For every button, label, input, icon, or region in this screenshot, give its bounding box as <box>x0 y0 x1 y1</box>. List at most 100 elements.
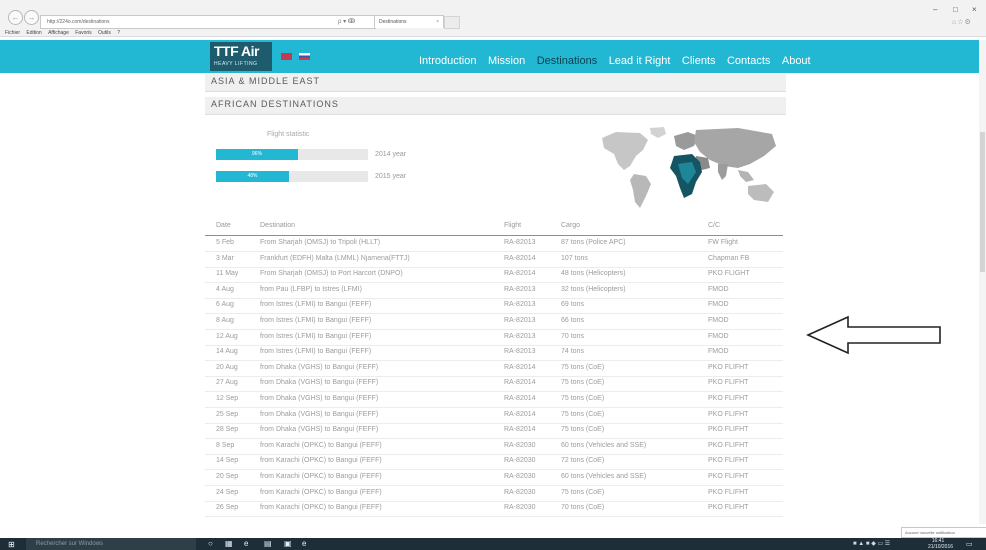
progress-fill-2015: 48% <box>216 171 289 182</box>
section-african-destinations[interactable]: AFRICAN DESTINATIONS <box>205 97 786 115</box>
cell-flight: RA-82014 <box>504 363 536 371</box>
nav-contacts[interactable]: Contacts <box>727 54 770 68</box>
cell-cargo: 75 tons (CoE) <box>561 410 605 418</box>
menu-help[interactable]: ? <box>117 30 120 36</box>
uk-flag-icon[interactable] <box>281 53 292 60</box>
close-window-icon[interactable]: × <box>972 5 977 14</box>
browser-toolbar-icons[interactable]: ⌂☆⚙ <box>952 18 972 26</box>
address-bar[interactable]: http://224o.com/destinations ρ ▾ ↂ <box>40 15 376 29</box>
table-row: 5 Feb From Sharjah (OMSJ) to Tripoli (HLL… <box>205 236 783 252</box>
cell-date: 12 Aug <box>216 332 238 340</box>
ru-flag-icon[interactable] <box>299 53 311 60</box>
world-map-image <box>602 127 776 208</box>
cell-flight: RA-82013 <box>504 301 536 309</box>
nav-clients[interactable]: Clients <box>682 54 716 68</box>
language-flags <box>281 53 313 71</box>
cell-flight: RA-82013 <box>504 239 536 246</box>
taskbar-search[interactable]: Rechercher sur Windows <box>26 538 196 550</box>
table-row: 8 Aug from Istres (LFMI) to Bangui (FEFF)… <box>205 314 783 330</box>
cell-cc: PKO FLIFHT <box>708 488 749 496</box>
flight-statistic-title: Flight statistic <box>267 131 310 138</box>
tab-close-icon[interactable]: × <box>436 16 439 28</box>
logo-subtitle: HEAVY LIFTING <box>214 61 258 67</box>
col-header-date: Date <box>216 222 231 229</box>
table-row: 6 Aug from Istres (LFMI) to Bangui (FEFF)… <box>205 298 783 315</box>
maximize-icon[interactable]: □ <box>953 5 958 14</box>
cell-destination: from Karachi (OPKC) to Bangui (FEFF) <box>260 488 382 496</box>
action-center-icon[interactable]: ▭ <box>966 540 973 548</box>
browser-tab[interactable]: Destinations × <box>374 15 444 28</box>
edge-icon[interactable]: e <box>244 539 248 549</box>
site-logo[interactable]: TTF Air HEAVY LIFTING <box>210 42 272 71</box>
system-tray-icons[interactable]: ■ ▲ ■ ◆ ▭ ☰ <box>853 538 890 550</box>
menu-outils[interactable]: Outils <box>98 30 111 36</box>
app-icon[interactable]: ▣ <box>284 539 292 549</box>
windows-start-icon[interactable]: ⊞ <box>8 540 15 549</box>
ie-icon[interactable]: e <box>302 539 306 549</box>
menu-favoris[interactable]: Favoris <box>75 30 91 36</box>
logo-title: TTF Air <box>214 43 259 59</box>
cell-date: 11 May <box>216 270 239 278</box>
browser-menubar: Fichier Edition Affichage Favoris Outils… <box>0 29 200 37</box>
nav-mission[interactable]: Mission <box>488 54 525 68</box>
taskbar-clock[interactable]: 16:41 21/10/2016 <box>928 538 953 550</box>
table-row: 11 May From Sharjah (OMSJ) to Port Harcor… <box>205 267 783 284</box>
table-row: 4 Aug from Pau (LFBP) to Istres (LFMI) RA-… <box>205 283 783 299</box>
cell-cc: PKO FLIFHT <box>708 504 749 512</box>
cell-cargo: 75 tons (CoE) <box>561 395 605 402</box>
cell-date: 26 Sep <box>216 504 239 512</box>
cell-date: 14 Aug <box>216 348 238 356</box>
cell-cargo: 72 tons (CoE) <box>561 457 605 465</box>
cell-cc: PKO FLIFHT <box>708 410 749 418</box>
cell-flight: RA-82014 <box>504 395 536 402</box>
main-menu: Introduction Mission Destinations Lead i… <box>419 51 818 68</box>
cell-cargo: 75 tons (CoE) <box>561 363 605 371</box>
menu-affichage[interactable]: Affichage <box>48 30 69 36</box>
cell-date: 12 Sep <box>216 395 239 402</box>
table-row: 8 Sep from Karachi (OPKC) to Bangui (FEFF… <box>205 439 783 455</box>
cell-cc: PKO FLIFHT <box>708 441 749 449</box>
page-scrollbar[interactable] <box>979 40 986 524</box>
forward-button[interactable]: → <box>24 10 39 25</box>
menu-edition[interactable]: Edition <box>26 30 41 36</box>
cell-cargo: 75 tons (CoE) <box>561 379 605 387</box>
cell-cargo: 87 tons (Police APC) <box>561 239 626 246</box>
table-row: 27 Aug from Dhaka (VGHS) to Bangui (FEFF)… <box>205 376 783 393</box>
cell-destination: from Istres (LFMI) to Bangui (FEFF) <box>260 332 372 340</box>
cell-date: 27 Aug <box>216 379 238 387</box>
cell-destination: from Dhaka (VGHS) to Bangui (FEFF) <box>260 426 379 434</box>
nav-about[interactable]: About <box>782 54 811 68</box>
cell-date: 20 Aug <box>216 363 238 371</box>
task-view-icon[interactable]: ○ <box>208 539 213 549</box>
cell-date: 6 Aug <box>216 301 234 309</box>
cell-destination: from Dhaka (VGHS) to Bangui (FEFF) <box>260 410 379 418</box>
cell-flight: RA-82014 <box>504 270 536 278</box>
back-button[interactable]: ← <box>8 10 23 25</box>
cell-destination: from Istres (LFMI) to Bangui (FEFF) <box>260 348 372 356</box>
address-controls-icon[interactable]: ρ ▾ ↂ <box>338 16 355 28</box>
nav-introduction[interactable]: Introduction <box>419 54 476 68</box>
cell-destination: Frankfurt (EDFH) Malta (LMML) Njamena(FT… <box>260 254 410 262</box>
cell-cargo: 70 tons (CoE) <box>561 504 605 512</box>
cell-flight: RA-82013 <box>504 285 536 293</box>
cell-flight: RA-82030 <box>504 504 536 512</box>
cell-cc: PKO FLIFHT <box>708 379 749 387</box>
nav-lead-it-right[interactable]: Lead it Right <box>609 54 671 68</box>
cell-date: 14 Sep <box>216 457 239 465</box>
file-explorer-icon[interactable]: ▤ <box>264 539 272 549</box>
notification-toast[interactable]: Aucune nouvelle notification <box>901 527 986 538</box>
store-icon[interactable]: ▦ <box>225 539 233 549</box>
nav-destinations[interactable]: Destinations <box>537 54 598 68</box>
menu-fichier[interactable]: Fichier <box>5 30 20 36</box>
cell-cargo: 32 tons (Helicopters) <box>561 285 626 293</box>
cell-flight: RA-82013 <box>504 332 536 340</box>
table-header: Date Destination Flight Cargo C/C <box>205 213 783 236</box>
cell-date: 5 Feb <box>216 239 234 246</box>
col-header-cargo: Cargo <box>561 222 581 229</box>
cell-destination: from Karachi (OPKC) to Bangui (FEFF) <box>260 473 382 480</box>
scrollbar-thumb[interactable] <box>980 132 985 272</box>
minimize-icon[interactable]: – <box>933 5 937 14</box>
new-tab-button[interactable] <box>444 16 460 29</box>
section-asia-middle-east[interactable]: ASIA & MIDDLE EAST <box>205 74 786 92</box>
table-row: 12 Aug from Istres (LFMI) to Bangui (FEFF… <box>205 330 783 346</box>
